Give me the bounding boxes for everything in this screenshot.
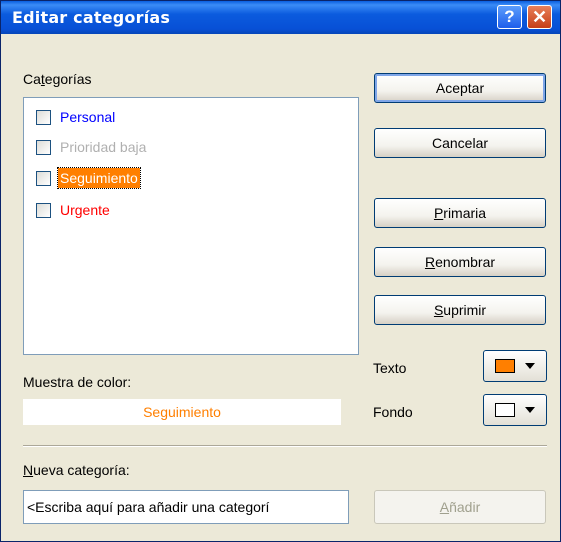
new-category-input[interactable]: <Escriba aquí para añadir una categorí [23,490,349,524]
color-sample: Seguimiento [23,399,341,425]
add-button[interactable]: Añadir [374,490,546,524]
help-button[interactable]: ? [497,5,522,29]
new-category-label: Nueva categoría: [23,462,130,478]
category-label: Personal [60,109,116,125]
close-icon: ✕ [531,7,548,27]
dropdown-arrow-icon [525,363,535,369]
text-color-swatch [495,359,515,373]
category-label: Seguimiento [57,167,141,189]
background-color-label: Fondo [373,404,413,420]
separator [23,445,547,447]
category-checkbox[interactable] [36,170,51,186]
cancel-button[interactable]: Cancelar [374,128,546,158]
accept-button[interactable]: Aceptar [374,73,546,103]
category-checkbox[interactable] [36,139,51,155]
delete-button[interactable]: Suprimir [374,295,546,325]
text-color-picker[interactable] [483,350,547,382]
dialog-title: Editar categorías [12,8,171,27]
category-item-personal[interactable]: Personal [36,106,117,128]
background-color-swatch [495,403,515,417]
rename-button[interactable]: Renombrar [374,247,546,277]
category-label: Urgente [60,202,110,218]
color-sample-label: Muestra de color: [23,374,132,390]
categories-list[interactable]: Personal Prioridad baja Seguimiento Urge… [23,97,359,355]
text-color-label: Texto [373,360,407,376]
dropdown-arrow-icon [525,407,535,413]
category-item-seguimiento[interactable]: Seguimiento [36,167,141,189]
categories-label: Categorías [23,71,92,87]
edit-categories-dialog: Editar categorías ? ✕ Categorías Persona… [0,0,561,542]
category-checkbox[interactable] [36,109,51,125]
category-item-urgente[interactable]: Urgente [36,199,112,221]
close-button[interactable]: ✕ [527,5,552,29]
category-item-prioridad-baja[interactable]: Prioridad baja [36,136,148,158]
primary-button[interactable]: Primaria [374,198,546,228]
title-bar[interactable]: Editar categorías ? ✕ [1,1,560,34]
background-color-picker[interactable] [483,394,547,426]
help-icon: ? [504,7,515,26]
category-label: Prioridad baja [60,139,147,155]
category-checkbox[interactable] [36,202,51,218]
